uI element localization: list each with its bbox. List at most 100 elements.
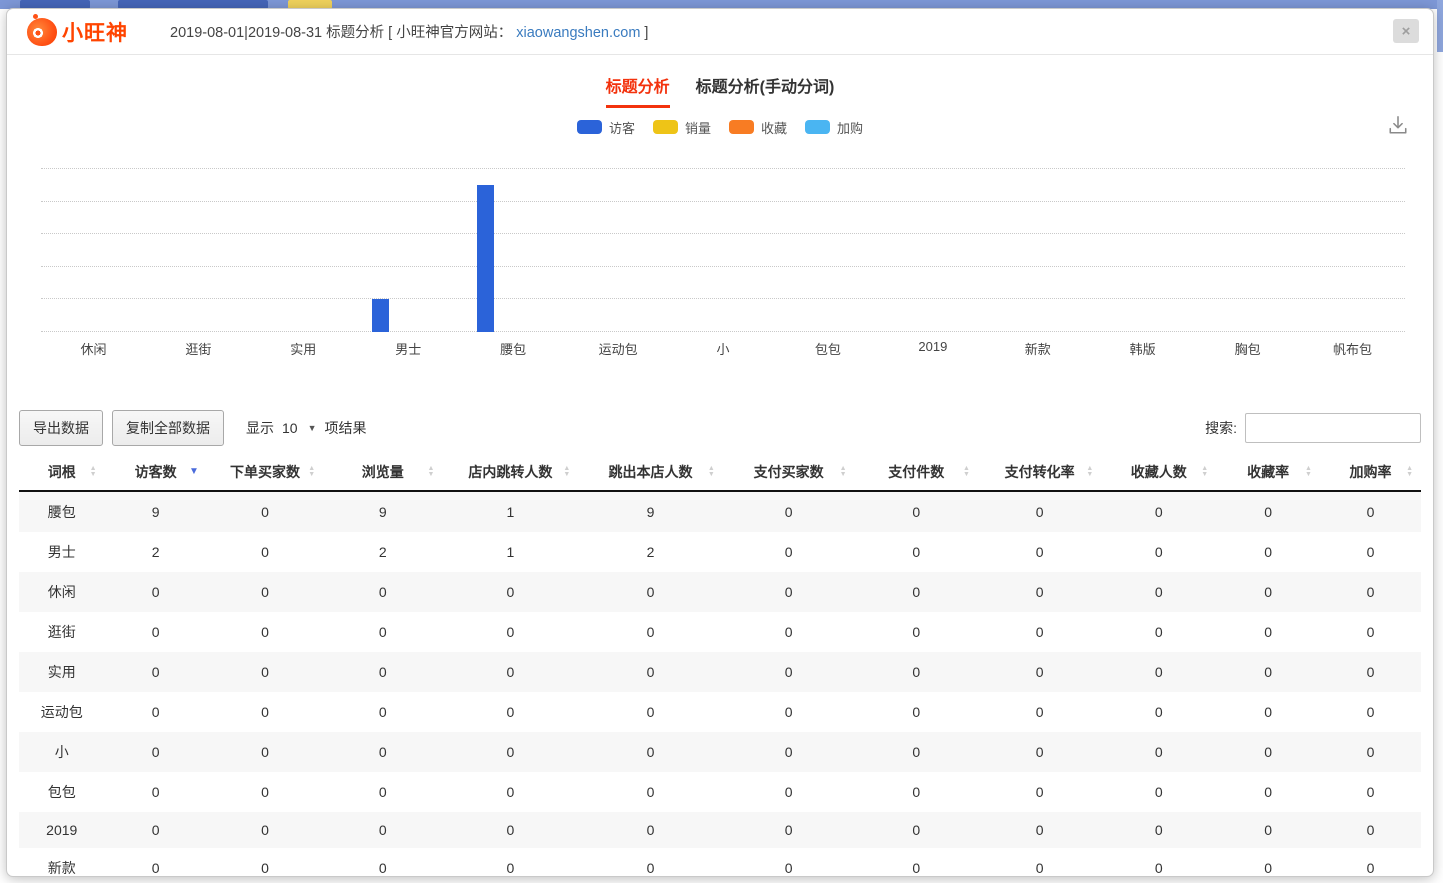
- bar-chart: 休闲逛街实用男士腰包运动包小包包2019新款韩版胸包帆布包: [41, 169, 1405, 358]
- table-row-运动包[interactable]: 运动包00000000000: [19, 692, 1421, 732]
- table-row-2019[interactable]: 201900000000000: [19, 812, 1421, 848]
- page-length-select[interactable]: 10 ▼: [282, 420, 317, 436]
- legend-item-收藏[interactable]: 收藏: [729, 118, 787, 137]
- value-cell: 0: [578, 732, 722, 772]
- analysis-tabs: 标题分析标题分析(手动分词): [7, 73, 1433, 108]
- value-cell: 0: [723, 572, 855, 612]
- download-chart-icon[interactable]: [1387, 115, 1409, 140]
- value-cell: 0: [978, 732, 1101, 772]
- page-length-control: 显示 10 ▼ 项结果: [246, 418, 367, 438]
- close-button[interactable]: ×: [1393, 19, 1419, 43]
- sort-both-icon[interactable]: ▲▼: [563, 466, 570, 478]
- value-cell: 0: [1216, 812, 1320, 848]
- column-header-支付件数[interactable]: 支付件数▲▼: [855, 454, 978, 491]
- value-cell: 0: [1101, 652, 1216, 692]
- value-cell: 0: [207, 572, 323, 612]
- table-row-包包[interactable]: 包包00000000000: [19, 772, 1421, 812]
- word-root-cell: 小: [19, 732, 105, 772]
- search-input[interactable]: [1245, 413, 1421, 443]
- table-row-男士[interactable]: 男士20212000000: [19, 532, 1421, 572]
- value-cell: 0: [207, 491, 323, 532]
- table-row-小[interactable]: 小00000000000: [19, 732, 1421, 772]
- column-header-收藏人数[interactable]: 收藏人数▲▼: [1101, 454, 1216, 491]
- copy-all-data-button[interactable]: 复制全部数据: [112, 410, 224, 446]
- sort-desc-active-icon[interactable]: ▼: [189, 467, 199, 477]
- value-cell: 0: [105, 772, 207, 812]
- column-header-访客数[interactable]: 访客数▼: [105, 454, 207, 491]
- sort-both-icon[interactable]: ▲▼: [708, 466, 715, 478]
- table-row-新款[interactable]: 新款00000000000: [19, 848, 1421, 877]
- table-row-腰包[interactable]: 腰包90919000000: [19, 491, 1421, 532]
- column-header-label: 跳出本店人数: [609, 464, 693, 480]
- legend-item-销量[interactable]: 销量: [653, 118, 711, 137]
- column-header-跳出本店人数[interactable]: 跳出本店人数 ▲▼: [578, 454, 722, 491]
- value-cell: 0: [978, 772, 1101, 812]
- sort-both-icon[interactable]: ▲▼: [308, 466, 315, 478]
- official-site-link[interactable]: xiaowangshen.com: [516, 25, 640, 41]
- column-header-浏览量[interactable]: 浏览量▲▼: [323, 454, 442, 491]
- value-cell: 9: [105, 491, 207, 532]
- column-header-label: 支付买家数: [754, 464, 824, 480]
- column-header-收藏率[interactable]: 收藏率▲▼: [1216, 454, 1320, 491]
- sort-both-icon[interactable]: ▲▼: [840, 466, 847, 478]
- column-header-支付转化率[interactable]: 支付转化率▲▼: [978, 454, 1101, 491]
- sort-both-icon[interactable]: ▲▼: [1305, 466, 1312, 478]
- value-cell: 0: [323, 572, 442, 612]
- legend-item-加购[interactable]: 加购: [805, 118, 863, 137]
- word-root-cell: 运动包: [19, 692, 105, 732]
- column-header-下单买家数[interactable]: 下单买家数 ▲▼: [207, 454, 323, 491]
- value-cell: 0: [442, 848, 578, 877]
- value-cell: 0: [855, 572, 978, 612]
- sort-both-icon[interactable]: ▲▼: [90, 466, 97, 478]
- tab-标题分析(手动分词)[interactable]: 标题分析(手动分词): [696, 73, 835, 108]
- value-cell: 0: [105, 652, 207, 692]
- value-cell: 0: [105, 612, 207, 652]
- sort-both-icon[interactable]: ▲▼: [963, 466, 970, 478]
- value-cell: 0: [1101, 812, 1216, 848]
- sort-both-icon[interactable]: ▲▼: [427, 466, 434, 478]
- report-title-prefix: 2019-08-01|2019-08-31 标题分析 [ 小旺神官方网站：: [170, 25, 512, 41]
- column-header-支付买家数[interactable]: 支付买家数 ▲▼: [723, 454, 855, 491]
- legend-item-访客[interactable]: 访客: [577, 118, 635, 137]
- sort-both-icon[interactable]: ▲▼: [1406, 466, 1413, 478]
- export-data-button[interactable]: 导出数据: [19, 410, 103, 446]
- value-cell: 0: [105, 692, 207, 732]
- value-cell: 0: [1101, 732, 1216, 772]
- value-cell: 0: [1101, 532, 1216, 572]
- x-axis-label-胸包: 胸包: [1195, 339, 1300, 358]
- table-row-休闲[interactable]: 休闲00000000000: [19, 572, 1421, 612]
- word-root-cell: 腰包: [19, 491, 105, 532]
- chart-x-axis-labels: 休闲逛街实用男士腰包运动包小包包2019新款韩版胸包帆布包: [41, 339, 1405, 358]
- value-cell: 0: [723, 812, 855, 848]
- bar-腰包-访客[interactable]: [477, 185, 494, 332]
- sort-both-icon[interactable]: ▲▼: [1086, 466, 1093, 478]
- table-row-实用[interactable]: 实用00000000000: [19, 652, 1421, 692]
- value-cell: 0: [1216, 772, 1320, 812]
- chart-plot-area: [41, 169, 1405, 332]
- value-cell: 2: [105, 532, 207, 572]
- value-cell: 0: [1101, 491, 1216, 532]
- legend-swatch: [577, 120, 602, 134]
- sort-both-icon[interactable]: ▲▼: [1201, 466, 1208, 478]
- value-cell: 0: [323, 692, 442, 732]
- value-cell: 0: [578, 812, 722, 848]
- x-axis-label-实用: 实用: [251, 339, 356, 358]
- value-cell: 0: [723, 491, 855, 532]
- chart-legend: 访客销量收藏加购: [7, 117, 1433, 137]
- value-cell: 1: [442, 532, 578, 572]
- table-row-逛街[interactable]: 逛街00000000000: [19, 612, 1421, 652]
- x-axis-label-休闲: 休闲: [41, 339, 146, 358]
- results-label: 项结果: [325, 418, 367, 438]
- value-cell: 0: [1216, 612, 1320, 652]
- column-header-label: 下单买家数: [230, 464, 300, 480]
- column-header-店内跳转人数[interactable]: 店内跳转人数▲▼: [442, 454, 578, 491]
- value-cell: 0: [855, 532, 978, 572]
- value-cell: 0: [723, 612, 855, 652]
- x-axis-label-帆布包: 帆布包: [1300, 339, 1405, 358]
- value-cell: 0: [105, 848, 207, 877]
- tab-标题分析[interactable]: 标题分析: [606, 73, 670, 108]
- bar-男士-访客[interactable]: [372, 299, 389, 332]
- column-header-词根[interactable]: 词根▲▼: [19, 454, 105, 491]
- column-header-加购率[interactable]: 加购率▲▼: [1320, 454, 1421, 491]
- value-cell: 0: [978, 612, 1101, 652]
